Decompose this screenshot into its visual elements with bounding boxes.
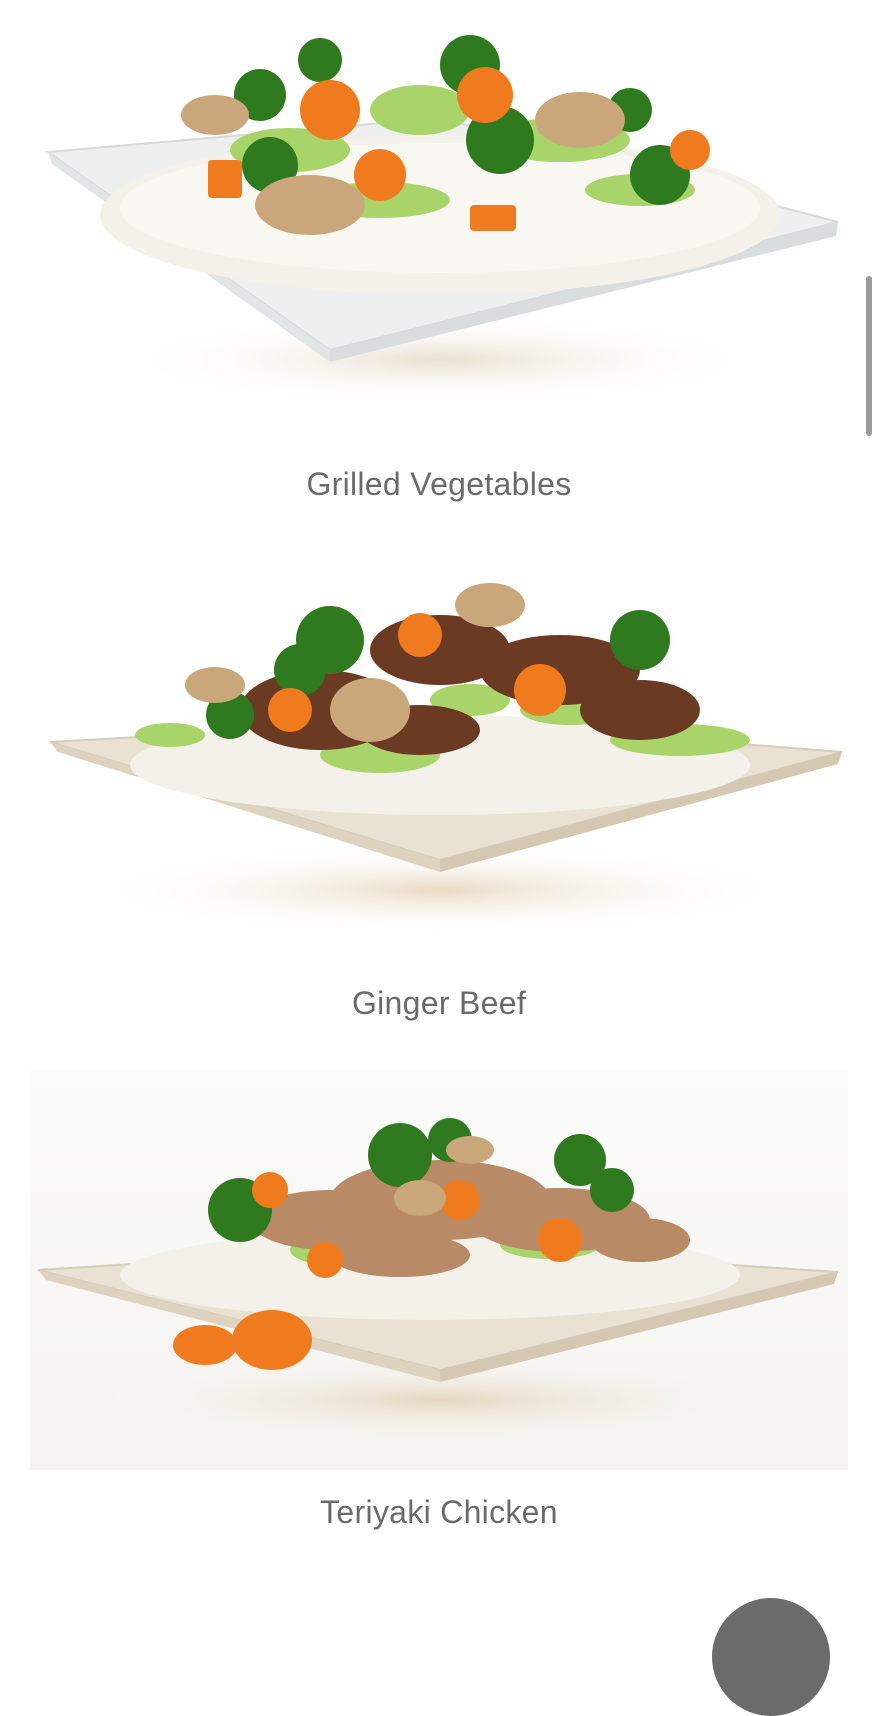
scroll-to-top-button[interactable] — [712, 1598, 830, 1716]
dish-image-teriyaki-chicken[interactable] — [0, 1070, 878, 1470]
dish-name[interactable]: Ginger Beef — [0, 985, 878, 1022]
dish-image-grilled-vegetables[interactable] — [0, 0, 878, 420]
dish-name[interactable]: Teriyaki Chicken — [0, 1494, 878, 1531]
dish-name[interactable]: Grilled Vegetables — [0, 466, 878, 503]
dish-image-ginger-beef[interactable] — [0, 560, 878, 950]
scrollbar-thumb[interactable] — [866, 276, 872, 436]
